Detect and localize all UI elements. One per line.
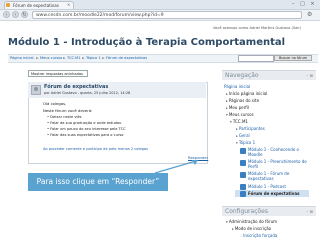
- post-footer: Ao proceder comente e participe de pelo …: [43, 147, 149, 151]
- wrench-icon[interactable]: ⚙: [307, 11, 312, 19]
- nav-item-resource[interactable]: Módulo 1 - Podcast: [248, 184, 286, 189]
- nav-item-site-home[interactable]: ▸ Início página inicial: [226, 91, 267, 96]
- block-controls-icon[interactable]: – ⊞: [306, 71, 313, 81]
- forward-arrow-icon[interactable]: ›: [12, 11, 19, 18]
- settings-block-header: Configurações – ⊞: [222, 206, 316, 216]
- post-author: por Adriel Gustavo - quarta, 25 julho 20…: [44, 91, 131, 95]
- breadcrumb-home[interactable]: Página inicial: [10, 55, 34, 61]
- breadcrumb-course[interactable]: TCC.M1: [67, 55, 81, 61]
- reply-link[interactable]: Responder: [188, 155, 208, 160]
- post-bullet: • Falar da sua graduação e onde estudou: [47, 121, 122, 125]
- tab-close-icon[interactable]: ×: [67, 1, 70, 9]
- forum-search-input[interactable]: [238, 55, 274, 62]
- resource-icon: [240, 160, 246, 166]
- post-intro: Neste fórum você deverá:: [43, 108, 93, 113]
- breadcrumb-separator: ►: [102, 56, 105, 60]
- navigation-block-header: Navegação – ⊞: [222, 70, 316, 80]
- display-mode-select[interactable]: Mostrar respostas aninhadas: [28, 70, 88, 77]
- reload-icon[interactable]: ↻: [21, 11, 28, 18]
- breadcrumb-separator: ►: [36, 56, 39, 60]
- back-arrow-icon[interactable]: ‹: [3, 11, 10, 18]
- settings-title: Configurações: [225, 208, 268, 215]
- nav-item-resource[interactable]: Módulo 1 - Conhecendo o Moodle: [248, 147, 312, 157]
- nav-item-general[interactable]: ▸ Geral: [236, 133, 250, 138]
- post-subject: Fórum de expectativas: [44, 84, 109, 90]
- navigation-title: Navegação: [225, 72, 259, 79]
- login-info[interactable]: Você acessou como Adriel Martins Gustavo…: [213, 26, 301, 30]
- forum-icon: [240, 172, 246, 178]
- user-icon: [34, 87, 38, 91]
- tab-favicon-icon: [6, 3, 10, 7]
- page-title: Módulo 1 - Introdução à Terapia Comporta…: [8, 37, 286, 48]
- nav-item-participants[interactable]: ▸ Participantes: [236, 126, 265, 131]
- nav-item-site-pages[interactable]: ▸ Páginas do site: [226, 98, 259, 103]
- post-bullet: • Deixar neste viés: [47, 115, 82, 119]
- nav-item-course[interactable]: ▾ TCC.M1: [230, 119, 248, 124]
- nav-item-home[interactable]: Página inicial: [224, 84, 250, 89]
- callout-box: Para isso clique em “Responder”: [28, 173, 168, 191]
- forum-icon: [240, 191, 246, 197]
- nav-item-profile[interactable]: ▸ Meu perfil: [226, 105, 249, 110]
- nav-item-resource[interactable]: Módulo 1 - Fórum de expectativas: [248, 171, 312, 181]
- breadcrumb-forum[interactable]: Fórum de expectativas: [106, 55, 147, 61]
- nav-item-topic[interactable]: ▾ Tópico 1: [236, 140, 255, 145]
- block-controls-icon[interactable]: – ⊞: [306, 207, 313, 217]
- post-bullet: • Falar um pouco do seu interesse pela T…: [47, 127, 126, 131]
- address-bar[interactable]: www.cesdn.com.br/moodle22/mod/forum/view…: [32, 11, 302, 19]
- nav-item-resource[interactable]: Módulo 1 - Preenchimento do Perfil: [248, 159, 312, 169]
- window-controls[interactable]: – □ ×: [292, 1, 317, 8]
- breadcrumb-my-courses[interactable]: Meus cursos: [40, 55, 62, 61]
- settings-item-forced-subscription[interactable]: ◦ Inscrição forçada: [240, 233, 277, 238]
- post-greeting: Olá colegas,: [43, 101, 67, 106]
- forum-search-button[interactable]: Buscar no fórum: [274, 55, 312, 61]
- settings-item-forum-admin[interactable]: ▾ Administração do fórum: [226, 219, 277, 224]
- nav-item-my-courses[interactable]: ▾ Meus cursos: [226, 112, 254, 117]
- breadcrumb-topic[interactable]: Tópico 1: [86, 55, 101, 61]
- settings-item-subscription-mode[interactable]: ▸ Modo de inscrição: [232, 226, 271, 231]
- post-bullet: • Falar das suas expectativas para o cur…: [47, 133, 124, 137]
- resource-icon: [240, 148, 246, 154]
- breadcrumb-separator: ►: [63, 56, 66, 60]
- browser-tab[interactable]: Fórum de expectativas: [4, 1, 74, 9]
- breadcrumb-separator: ►: [82, 56, 85, 60]
- nav-item-current[interactable]: Fórum de expectativas: [248, 191, 300, 196]
